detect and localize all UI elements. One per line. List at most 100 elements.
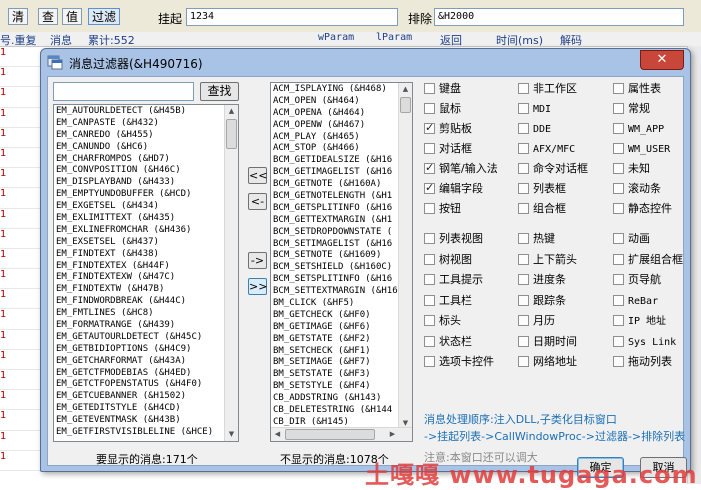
table-row[interactable]: 1	[0, 229, 40, 249]
checkbox-unchecked-icon[interactable]	[613, 274, 624, 285]
list-item[interactable]: EM_CONVPOSITION (&H46C)	[54, 164, 238, 176]
category-checkbox[interactable]: 剪贴板	[424, 121, 472, 136]
checkbox-unchecked-icon[interactable]	[424, 233, 435, 244]
scroll-right-icon[interactable]: ▶	[386, 428, 399, 441]
list-item[interactable]: BCM_GETIDEALSIZE (&H16	[271, 154, 412, 166]
checkbox-unchecked-icon[interactable]	[518, 294, 529, 306]
exclude-input[interactable]: &H2000	[434, 8, 684, 26]
checkbox-unchecked-icon[interactable]	[518, 335, 529, 347]
checkbox-unchecked-icon[interactable]	[613, 203, 624, 214]
list-item[interactable]: EM_FINDTEXT (&H438)	[54, 248, 238, 260]
checkbox-checked-icon[interactable]	[424, 181, 435, 195]
category-checkbox[interactable]: 未知	[613, 162, 650, 176]
category-checkbox[interactable]: 选项卡控件	[424, 355, 494, 369]
checkbox-unchecked-icon[interactable]	[613, 294, 624, 306]
list-item[interactable]: BCM_GETNOTELENGTH (&H1	[271, 190, 412, 202]
category-checkbox[interactable]: 月历	[518, 314, 555, 328]
checkbox-unchecked-icon[interactable]	[424, 203, 435, 214]
category-checkbox[interactable]: WM_APP	[613, 122, 664, 136]
table-row[interactable]: 1	[0, 87, 40, 108]
table-row[interactable]: 1	[0, 128, 40, 148]
checkbox-checked-icon[interactable]	[424, 121, 435, 135]
list-item[interactable]: EM_EXLIMITTEXT (&H435)	[54, 212, 238, 224]
category-checkbox[interactable]: 拖动列表	[613, 355, 672, 369]
table-row[interactable]: 1	[0, 269, 40, 290]
list-item[interactable]: EM_GETFIRSTVISIBLELINE (&HCE)	[54, 426, 238, 438]
category-checkbox[interactable]: DDE	[518, 122, 551, 136]
list-item[interactable]: BCM_SETSPLITINFO (&H16	[271, 273, 412, 285]
table-row[interactable]: 1	[0, 451, 40, 471]
checkbox-unchecked-icon[interactable]	[518, 103, 529, 114]
checkbox-unchecked-icon[interactable]	[424, 356, 435, 367]
checkbox-unchecked-icon[interactable]	[518, 253, 529, 265]
shown-list-scrollbar[interactable]: ▲ ▼	[224, 105, 238, 441]
move-right-button[interactable]: ->	[248, 252, 267, 269]
list-item[interactable]: BM_GETSTATE (&HF2)	[271, 333, 412, 345]
checkbox-unchecked-icon[interactable]	[613, 356, 624, 367]
list-item[interactable]: BM_CLICK (&HF5)	[271, 297, 412, 309]
table-row[interactable]: 1	[0, 108, 40, 128]
category-checkbox[interactable]: 进度条	[518, 273, 566, 287]
category-checkbox[interactable]: 常规	[613, 102, 650, 116]
list-item[interactable]: BCM_SETTEXTMARGIN (&H16	[271, 285, 412, 297]
checkbox-unchecked-icon[interactable]	[613, 103, 624, 114]
list-item[interactable]: CB_DELETESTRING (&H144	[271, 404, 412, 416]
list-item[interactable]: BM_SETCHECK (&HF1)	[271, 345, 412, 357]
list-item[interactable]: BM_SETSTATE (&HF3)	[271, 368, 412, 380]
category-checkbox[interactable]: 跟踪条	[518, 294, 566, 308]
category-checkbox[interactable]: 动画	[613, 232, 650, 246]
col-total[interactable]: 累计:552	[88, 32, 135, 48]
list-item[interactable]: BM_SETSTYLE (&HF4)	[271, 380, 412, 392]
hidden-list-scrollbar[interactable]: ▲ ▼	[398, 83, 412, 430]
scroll-thumb[interactable]	[400, 97, 411, 113]
category-checkbox[interactable]: 标头	[424, 314, 461, 328]
list-item[interactable]: EM_GETCUEBANNER (&H1502)	[54, 390, 238, 402]
list-item[interactable]: EM_AUTOURLDETECT (&H45B)	[54, 105, 238, 117]
checkbox-unchecked-icon[interactable]	[424, 294, 435, 306]
category-checkbox[interactable]: 键盘	[424, 82, 461, 96]
checkbox-unchecked-icon[interactable]	[424, 103, 435, 114]
table-row[interactable]: 1	[0, 148, 40, 169]
category-checkbox[interactable]: ReBar	[613, 294, 658, 308]
list-item[interactable]: EM_EXGETSEL (&H434)	[54, 200, 238, 212]
scroll-down-icon[interactable]: ▼	[225, 428, 238, 441]
list-item[interactable]: ACM_OPENA (&H464)	[271, 107, 412, 119]
checkbox-unchecked-icon[interactable]	[424, 83, 435, 94]
category-checkbox[interactable]: 对话框	[424, 142, 472, 156]
col-lparam[interactable]: lParam	[376, 32, 412, 43]
list-item[interactable]: EM_GETCTFMODEBIAS (&H4ED)	[54, 367, 238, 379]
scroll-thumb[interactable]	[226, 119, 237, 149]
list-item[interactable]: EM_FINDWORDBREAK (&H44C)	[54, 295, 238, 307]
checkbox-unchecked-icon[interactable]	[518, 233, 529, 244]
col-message[interactable]: 消息	[50, 32, 72, 48]
table-row[interactable]: 1	[0, 188, 40, 209]
list-item[interactable]: EM_FMTLINES (&HC8)	[54, 307, 238, 319]
category-checkbox[interactable]: WM_USER	[613, 142, 670, 156]
table-row[interactable]: 1	[0, 390, 40, 411]
category-checkbox[interactable]: 按钮	[424, 202, 461, 216]
category-checkbox[interactable]: 鼠标	[424, 102, 461, 116]
checkbox-unchecked-icon[interactable]	[518, 163, 529, 174]
list-item[interactable]: EM_EXSETSEL (&H437)	[54, 236, 238, 248]
checkbox-unchecked-icon[interactable]	[424, 335, 435, 347]
list-item[interactable]: EM_CANPASTE (&H432)	[54, 117, 238, 129]
category-checkbox[interactable]: 热键	[518, 232, 555, 246]
list-item[interactable]: BM_GETIMAGE (&HF6)	[271, 321, 412, 333]
list-item[interactable]: BCM_GETSPLITINFO (&H16	[271, 202, 412, 214]
scroll-up-icon[interactable]: ▲	[399, 83, 412, 96]
list-item[interactable]: EM_GETAUTOURLDETECT (&H45C)	[54, 331, 238, 343]
list-item[interactable]: ACM_STOP (&H466)	[271, 142, 412, 154]
category-checkbox[interactable]: 网络地址	[518, 355, 577, 369]
table-row[interactable]: 1	[0, 370, 40, 391]
checkbox-unchecked-icon[interactable]	[613, 123, 624, 134]
checkbox-unchecked-icon[interactable]	[518, 123, 529, 134]
category-checkbox[interactable]: Sys Link	[613, 335, 676, 349]
checkbox-unchecked-icon[interactable]	[424, 143, 435, 154]
value-button[interactable]: 值	[62, 8, 82, 25]
category-checkbox[interactable]: MDI	[518, 102, 551, 116]
dialog-titlebar[interactable]: 消息过滤器(&H490716) ✕	[41, 49, 690, 77]
list-item[interactable]: EM_GETCTFOPENSTATUS (&H4F0)	[54, 378, 238, 390]
checkbox-unchecked-icon[interactable]	[613, 253, 624, 265]
list-item[interactable]: BCM_GETNOTE (&H160A)	[271, 178, 412, 190]
category-checkbox[interactable]: 工具栏	[424, 294, 472, 308]
